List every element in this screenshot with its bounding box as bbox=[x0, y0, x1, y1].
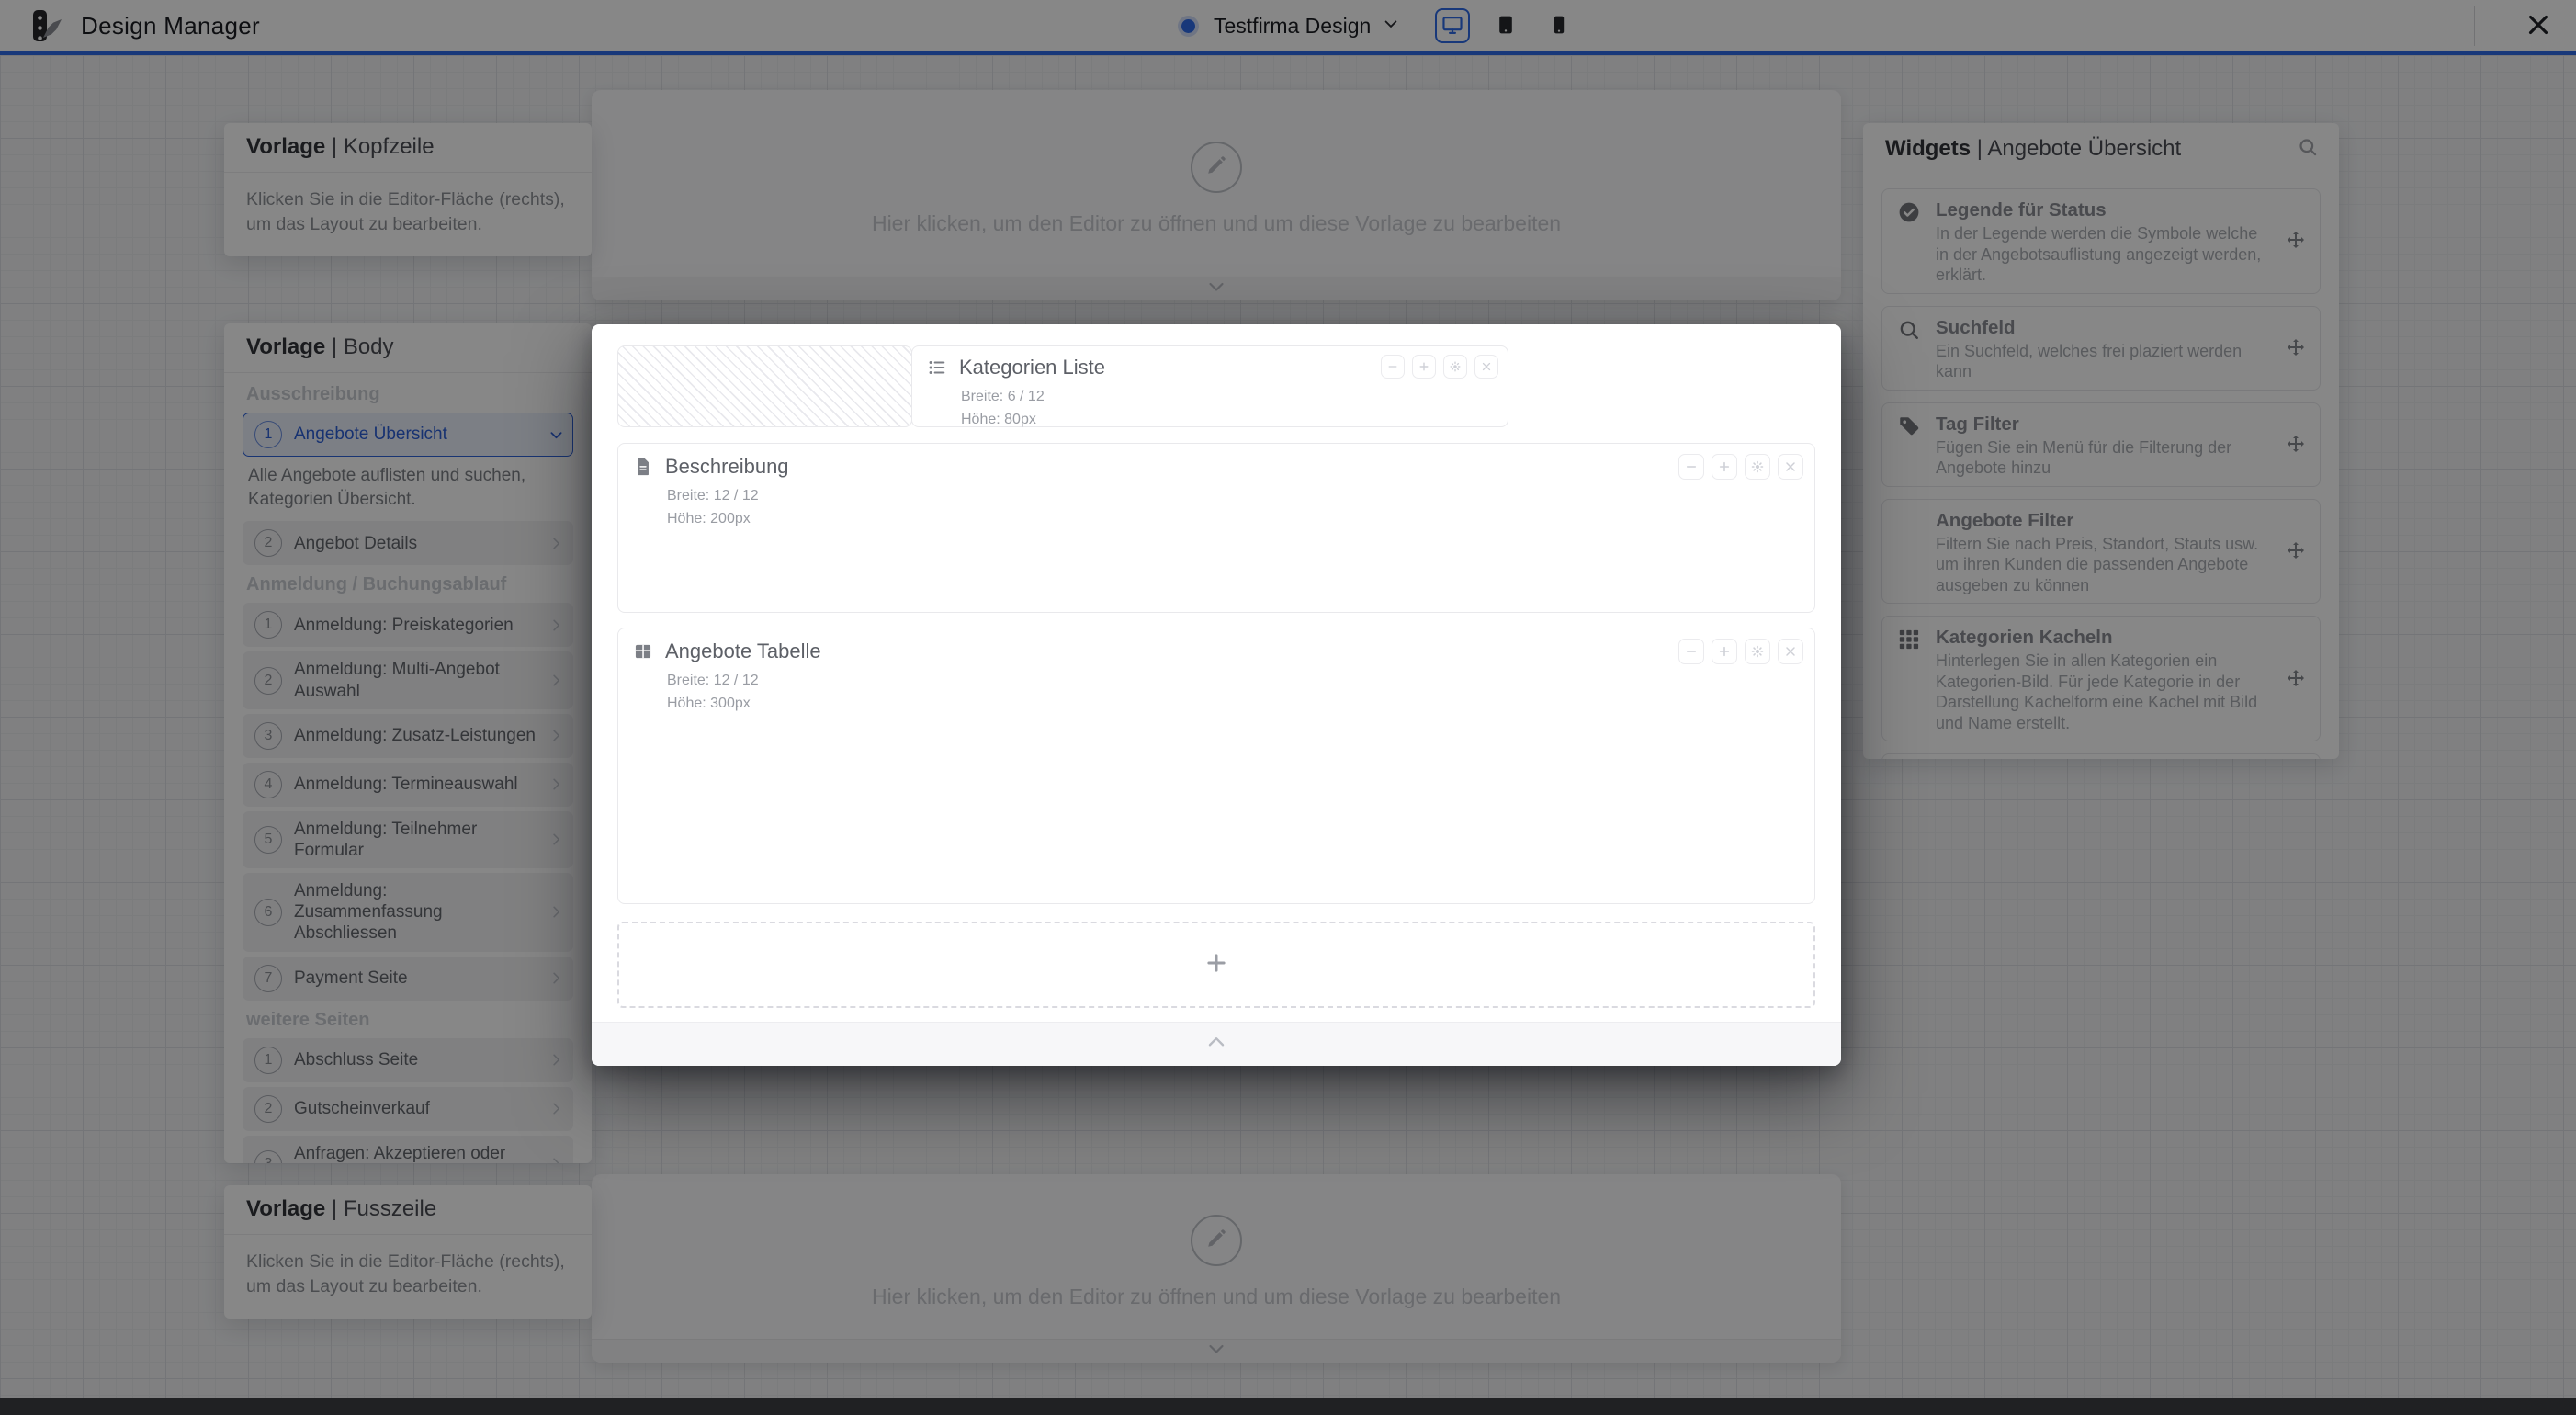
layout-row: Kategorien Liste Breite: 6 / 12 Höhe: 80px bbox=[617, 345, 1815, 427]
widget-title: Angebote Tabelle bbox=[665, 640, 821, 663]
widget-title: Beschreibung bbox=[665, 455, 789, 479]
table-icon bbox=[633, 641, 653, 662]
widget-actions bbox=[1678, 454, 1803, 480]
widget-actions bbox=[1678, 639, 1803, 664]
widget-dimensions: Breite: 6 / 12 Höhe: 80px bbox=[961, 386, 1493, 432]
layout-editor-modal: Kategorien Liste Breite: 6 / 12 Höhe: 80px… bbox=[592, 324, 1841, 1066]
design-manager-app: Hier klicken, um den Editor zu öffnen un… bbox=[0, 0, 2576, 1415]
list-icon bbox=[927, 357, 947, 378]
chevron-up-icon bbox=[1204, 1030, 1228, 1058]
grow-width-button[interactable] bbox=[1712, 639, 1737, 664]
remove-widget-button[interactable] bbox=[1474, 355, 1498, 379]
shrink-width-button[interactable] bbox=[1678, 639, 1704, 664]
add-row-button[interactable] bbox=[617, 922, 1815, 1008]
shrink-width-button[interactable] bbox=[1381, 355, 1405, 379]
widget-dimensions: Breite: 12 / 12 Höhe: 200px bbox=[667, 485, 1800, 531]
widget-card-header: Angebote Tabelle bbox=[633, 640, 1800, 663]
layout-widget-card[interactable]: Angebote Tabelle Breite: 12 / 12 Höhe: 300… bbox=[617, 628, 1815, 904]
remove-widget-button[interactable] bbox=[1778, 454, 1803, 480]
widget-actions bbox=[1381, 355, 1498, 379]
widget-width-label: Breite: 6 / 12 bbox=[961, 389, 1045, 404]
layout-widget-card[interactable]: Beschreibung Breite: 12 / 12 Höhe: 200px bbox=[617, 443, 1815, 613]
document-icon bbox=[633, 457, 653, 477]
shrink-width-button[interactable] bbox=[1678, 454, 1704, 480]
widget-card-header: Beschreibung bbox=[633, 455, 1800, 479]
modal-rows: Kategorien Liste Breite: 6 / 12 Höhe: 80px… bbox=[617, 345, 1815, 922]
remove-widget-button[interactable] bbox=[1778, 639, 1803, 664]
plus-icon bbox=[1203, 949, 1230, 981]
widget-settings-button[interactable] bbox=[1745, 454, 1770, 480]
widget-height-label: Höhe: 80px bbox=[961, 412, 1036, 427]
modal-collapse-button[interactable] bbox=[592, 1022, 1841, 1066]
widget-height-label: Höhe: 200px bbox=[667, 511, 751, 526]
widget-width-label: Breite: 12 / 12 bbox=[667, 673, 759, 688]
layout-widget-card[interactable]: Kategorien Liste Breite: 6 / 12 Höhe: 80px bbox=[911, 345, 1508, 427]
widget-width-label: Breite: 12 / 12 bbox=[667, 488, 759, 504]
widget-title: Kategorien Liste bbox=[959, 356, 1105, 379]
grow-width-button[interactable] bbox=[1712, 454, 1737, 480]
empty-column-placeholder bbox=[617, 345, 912, 427]
widget-settings-button[interactable] bbox=[1443, 355, 1467, 379]
grow-width-button[interactable] bbox=[1412, 355, 1436, 379]
widget-settings-button[interactable] bbox=[1745, 639, 1770, 664]
widget-dimensions: Breite: 12 / 12 Höhe: 300px bbox=[667, 670, 1800, 716]
widget-height-label: Höhe: 300px bbox=[667, 696, 751, 711]
